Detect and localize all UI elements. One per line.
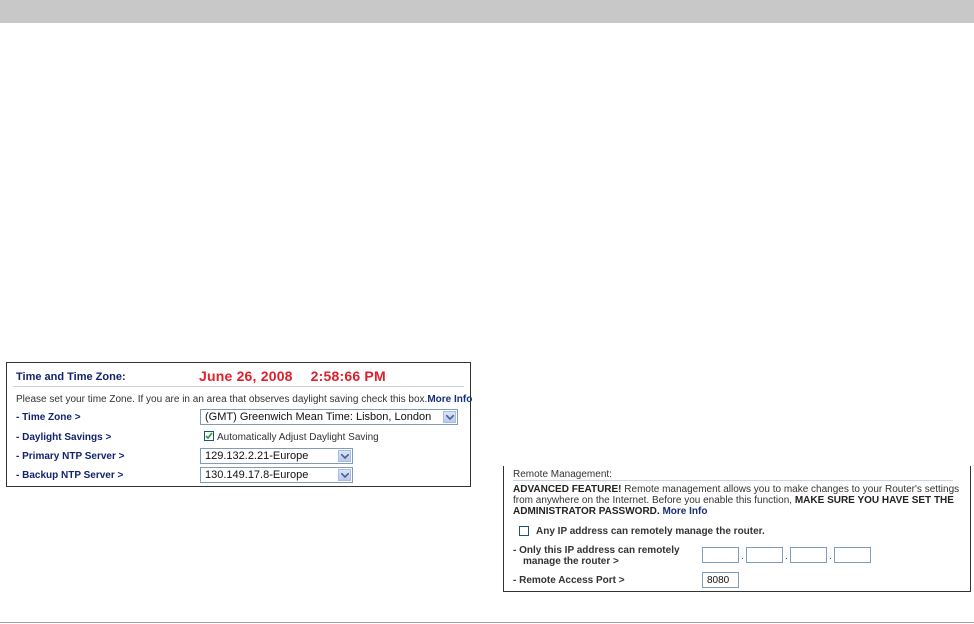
top-header-bar xyxy=(0,0,974,23)
only-ip-label-line2: manage the router > xyxy=(523,556,619,567)
chevron-down-icon[interactable] xyxy=(338,450,351,462)
time-zone-select[interactable]: (GMT) Greenwich Mean Time: Lisbon, Londo… xyxy=(200,409,458,425)
ip-octet-3-input[interactable] xyxy=(790,547,827,563)
daylight-savings-checkbox[interactable] xyxy=(204,431,214,441)
current-time: 2:58:66 PM xyxy=(310,368,386,384)
ip-octet-4-input[interactable] xyxy=(834,547,871,563)
remote-port-label: - Remote Access Port > xyxy=(513,575,625,586)
remote-port-input[interactable]: 8080 xyxy=(702,572,739,588)
any-ip-label: Any IP address can remotely manage the r… xyxy=(536,526,765,537)
remote-more-info-link[interactable]: More Info xyxy=(662,506,707,517)
time-zone-intro: Please set your time Zone. If you are in… xyxy=(16,394,472,405)
primary-ntp-label: - Primary NTP Server > xyxy=(16,451,125,462)
time-zone-header: Time and Time Zone: June 26, 2008 2:58:66… xyxy=(7,363,470,387)
remote-management-panel: Remote Management: ADVANCED FEATURE! Rem… xyxy=(503,466,971,592)
advanced-feature-label: ADVANCED FEATURE! xyxy=(513,484,622,495)
backup-ntp-label: - Backup NTP Server > xyxy=(16,470,124,481)
daylight-savings-label: - Daylight Savings > xyxy=(16,432,112,443)
time-zone-select-value: (GMT) Greenwich Mean Time: Lisbon, Londo… xyxy=(205,411,432,423)
current-date: June 26, 2008 xyxy=(199,368,293,384)
primary-ntp-select-value: 129.132.2.21-Europe xyxy=(205,450,309,462)
chevron-down-icon[interactable] xyxy=(338,469,351,481)
time-zone-intro-text: Please set your time Zone. If you are in… xyxy=(16,394,428,405)
backup-ntp-select[interactable]: 130.149.17.8-Europe xyxy=(200,467,353,483)
remote-header-divider xyxy=(513,480,953,481)
only-ip-label-line1: - Only this IP address can remotely xyxy=(513,545,680,556)
ip-dot-separator: . xyxy=(829,551,832,562)
time-zone-title: Time and Time Zone: xyxy=(16,371,126,383)
ip-octet-1-input[interactable] xyxy=(702,547,739,563)
current-date-time: June 26, 2008 2:58:66 PM xyxy=(199,368,386,384)
time-zone-label: - Time Zone > xyxy=(16,412,81,423)
daylight-savings-checkbox-label: Automatically Adjust Daylight Saving xyxy=(217,432,379,443)
time-zone-more-info-link[interactable]: More Info xyxy=(427,394,472,405)
ip-dot-separator: . xyxy=(741,551,744,562)
checkmark-icon xyxy=(205,432,213,440)
any-ip-checkbox[interactable] xyxy=(519,526,529,536)
chevron-down-icon[interactable] xyxy=(443,411,456,423)
ip-octet-2-input[interactable] xyxy=(746,547,783,563)
remote-management-title: Remote Management: xyxy=(513,469,612,480)
ip-dot-separator: . xyxy=(785,551,788,562)
remote-management-description: ADVANCED FEATURE! Remote management allo… xyxy=(513,484,961,517)
header-divider xyxy=(13,386,464,387)
backup-ntp-select-value: 130.149.17.8-Europe xyxy=(205,469,309,481)
primary-ntp-select[interactable]: 129.132.2.21-Europe xyxy=(200,448,353,464)
time-zone-panel: Time and Time Zone: June 26, 2008 2:58:66… xyxy=(6,362,472,487)
bottom-divider xyxy=(0,622,974,623)
